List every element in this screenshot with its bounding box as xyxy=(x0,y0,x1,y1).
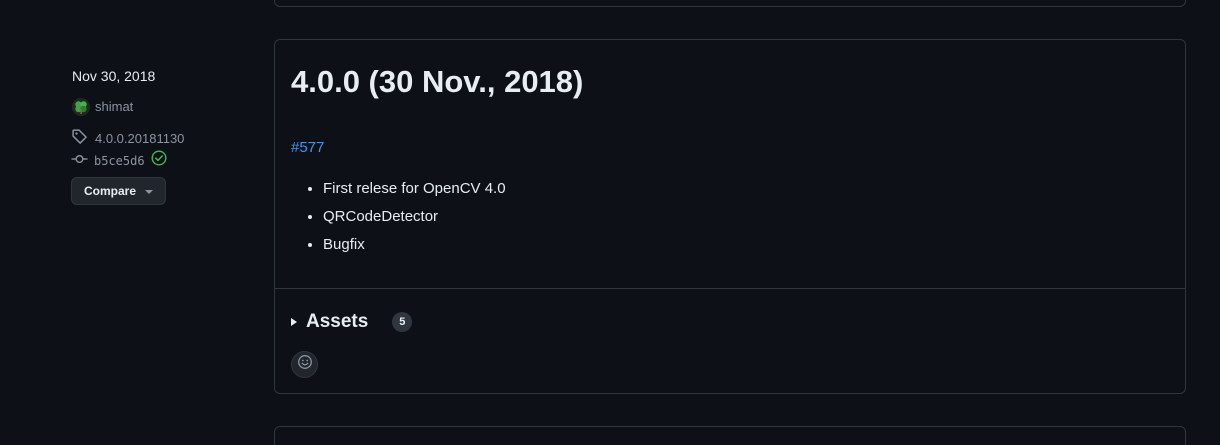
author-name[interactable]: shimat xyxy=(95,97,133,117)
release-commit[interactable]: b5ce5d6 xyxy=(71,150,167,171)
add-reaction-button[interactable] xyxy=(291,351,318,378)
compare-button[interactable]: Compare xyxy=(71,177,166,205)
assets-label: Assets xyxy=(306,311,369,332)
previous-release-card xyxy=(274,0,1186,7)
list-item: Bugfix xyxy=(323,232,506,260)
release-card: 4.0.0 (30 Nov., 2018) #577 First relese … xyxy=(274,39,1186,394)
assets-count-badge: 5 xyxy=(392,312,413,332)
release-date: Nov 30, 2018 xyxy=(72,68,156,84)
tag-label[interactable]: 4.0.0.20181130 xyxy=(95,130,184,148)
commit-sha[interactable]: b5ce5d6 xyxy=(94,152,145,170)
pull-request-link[interactable]: #577 xyxy=(291,138,324,158)
releases-page: Nov 30, 2018 shimat 4.0.0.20181130 b5ce5… xyxy=(0,0,1220,445)
divider xyxy=(275,288,1185,289)
commit-icon xyxy=(71,152,88,170)
compare-label: Compare xyxy=(83,184,136,198)
release-tag[interactable]: 4.0.0.20181130 xyxy=(71,128,184,150)
release-notes-list: First relese for OpenCV 4.0 QRCodeDetect… xyxy=(291,176,506,260)
release-author[interactable]: shimat xyxy=(72,97,133,117)
release-title[interactable]: 4.0.0 (30 Nov., 2018) xyxy=(291,62,583,102)
caret-down-icon xyxy=(145,190,153,194)
tag-icon xyxy=(71,128,88,150)
assets-toggle[interactable]: Assets 5 xyxy=(291,310,413,334)
next-release-card xyxy=(274,426,1186,445)
avatar-clover-icon xyxy=(72,98,90,116)
list-item: First relese for OpenCV 4.0 xyxy=(323,176,506,204)
smiley-icon xyxy=(297,354,313,375)
triangle-right-icon xyxy=(291,318,297,326)
list-item: QRCodeDetector xyxy=(323,204,506,232)
verified-check-icon[interactable] xyxy=(151,150,167,171)
